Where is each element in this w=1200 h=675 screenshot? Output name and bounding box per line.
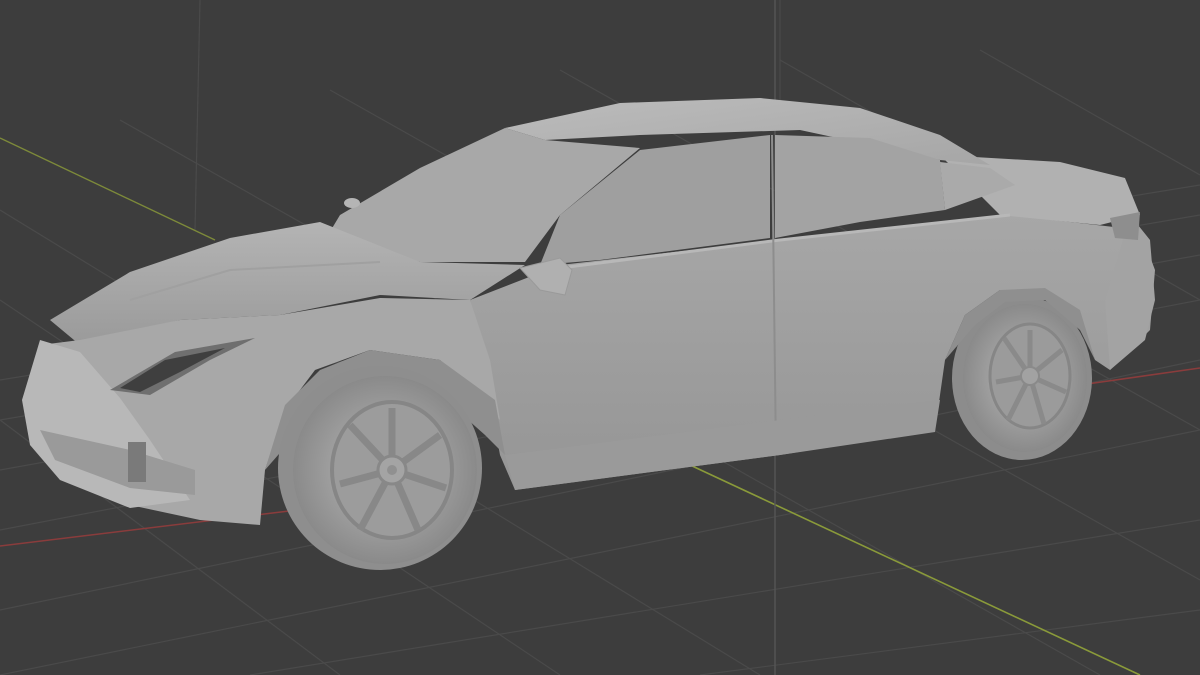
3d-viewport[interactable] xyxy=(0,0,1200,675)
front-wheel[interactable] xyxy=(278,366,482,570)
wiper-nub xyxy=(344,198,360,208)
viewport-canvas[interactable] xyxy=(0,0,1200,675)
fog-light xyxy=(128,442,146,482)
